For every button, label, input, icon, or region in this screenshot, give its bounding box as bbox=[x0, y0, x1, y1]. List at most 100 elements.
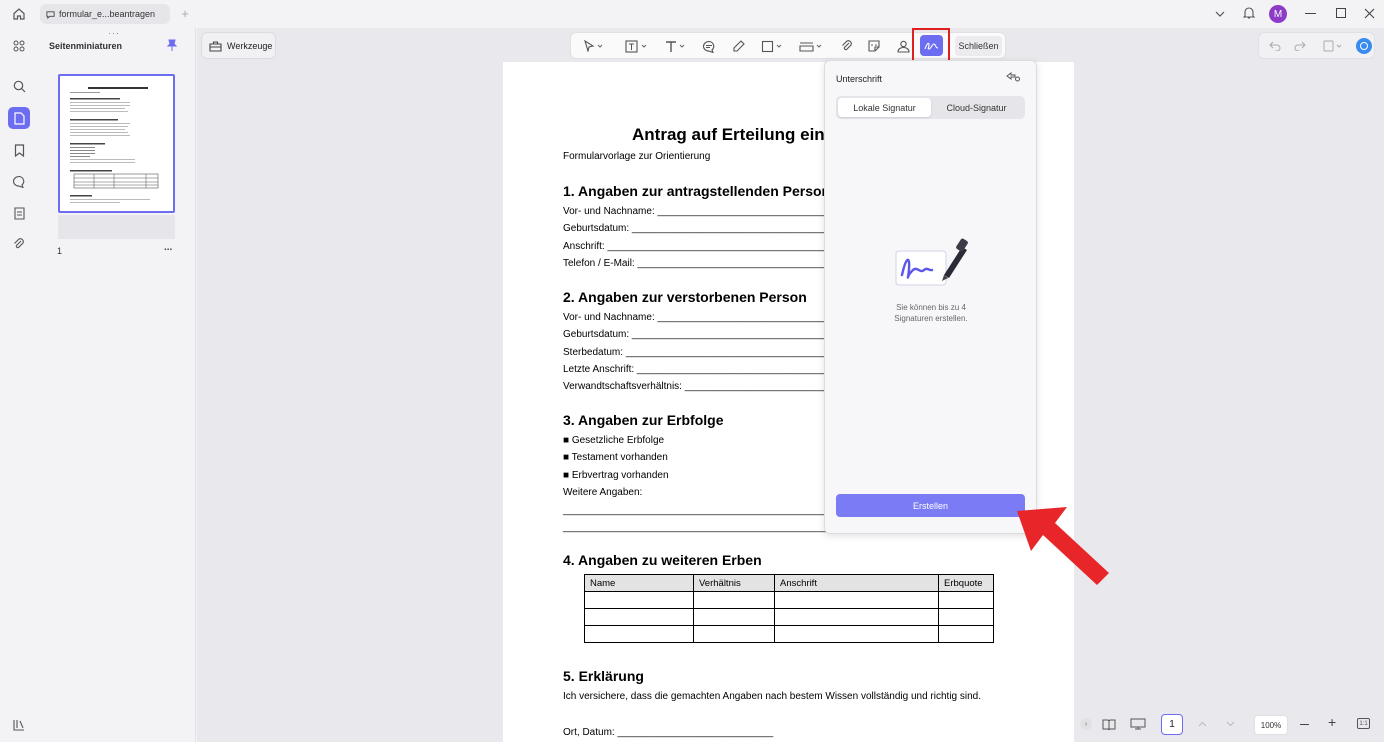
form-line: Geburtsdatum: __________________________… bbox=[563, 329, 844, 340]
ai-assistant-icon[interactable] bbox=[1356, 38, 1372, 54]
checkbox-line: ■ Erbvertrag vorhanden bbox=[563, 470, 669, 481]
comment-icon bbox=[46, 10, 55, 19]
fit-page-icon[interactable]: 1:1 bbox=[1357, 718, 1370, 729]
bottom-toolbar: › 1 100% + 1:1 bbox=[1076, 712, 1376, 738]
select-tool-icon[interactable] bbox=[579, 37, 607, 55]
thumbnail-footer-shade bbox=[58, 215, 175, 239]
table-header: Name bbox=[584, 574, 694, 592]
section-heading: 4. Angaben zu weiteren Erben bbox=[563, 552, 762, 568]
thumbnail-panel-title: Seitenminiaturen bbox=[49, 41, 123, 51]
library-icon[interactable] bbox=[8, 713, 30, 735]
minimize-button[interactable] bbox=[1305, 13, 1316, 14]
collapse-arrow-icon[interactable]: › bbox=[1080, 718, 1092, 730]
left-rail bbox=[0, 28, 37, 742]
close-window-button[interactable] bbox=[1363, 7, 1375, 19]
avatar[interactable]: M bbox=[1269, 5, 1287, 23]
section-heading: 2. Angaben zur verstorbenen Person bbox=[563, 289, 807, 305]
title-bar: formular_e...beantragen + M bbox=[0, 0, 1384, 28]
form-line: Vor- und Nachname: _____________________… bbox=[563, 206, 853, 217]
checkbox-line: ■ Gesetzliche Erbfolge bbox=[563, 435, 665, 446]
heirs-table: Name Verhältnis Anschrift Erbquote bbox=[584, 574, 994, 643]
signature-tool-highlight bbox=[912, 28, 950, 63]
zoom-level[interactable]: 100% bbox=[1254, 715, 1288, 735]
history-toolbar bbox=[1258, 32, 1375, 59]
blank-line: ________________________________________… bbox=[563, 505, 858, 516]
redo-icon[interactable] bbox=[1293, 39, 1307, 53]
tab-cloud-signature[interactable]: Cloud-Signatur bbox=[930, 98, 1023, 117]
search-icon[interactable] bbox=[8, 75, 30, 97]
tab-title: formular_e...beantragen bbox=[59, 9, 156, 19]
thumbnail-more-button[interactable]: ... bbox=[164, 242, 172, 253]
table-row bbox=[584, 625, 994, 643]
zoom-in-button[interactable]: + bbox=[1328, 715, 1336, 729]
form-line: Sterbedatum: ___________________________… bbox=[563, 347, 838, 358]
table-row bbox=[584, 591, 994, 609]
form-line: Weitere Angaben: bbox=[563, 487, 643, 498]
thumbnail-page-number: 1 bbox=[57, 246, 63, 256]
bell-icon[interactable] bbox=[1242, 6, 1256, 20]
signature-settings-icon[interactable] bbox=[1005, 70, 1021, 84]
table-header: Anschrift bbox=[774, 574, 939, 592]
signature-panel: Unterschrift Lokale Signatur Cloud-Signa… bbox=[824, 60, 1037, 534]
close-toolbar-button[interactable]: Schließen bbox=[955, 36, 1002, 56]
shape-tool-icon[interactable] bbox=[758, 37, 788, 55]
highlighter-tool-icon[interactable] bbox=[728, 37, 748, 55]
text-tool-icon[interactable] bbox=[661, 37, 691, 55]
pin-icon[interactable] bbox=[166, 38, 178, 52]
toolbox-icon bbox=[209, 40, 222, 52]
section-heading: 3. Angaben zur Erbfolge bbox=[563, 412, 724, 428]
annotation-arrow bbox=[1017, 507, 1109, 585]
tools-button[interactable]: Werkzeuge bbox=[201, 32, 276, 59]
declaration-text: Ich versichere, dass die gemachten Angab… bbox=[563, 691, 982, 702]
form-line: Telefon / E-Mail: ______________________… bbox=[563, 258, 833, 269]
form-line: Verwandtschaftsverhältnis: _____________… bbox=[563, 381, 841, 392]
comments-icon[interactable] bbox=[8, 170, 30, 192]
form-line: Vor- und Nachname: _____________________… bbox=[563, 312, 853, 323]
previous-page-icon[interactable] bbox=[1196, 718, 1208, 730]
attach-tool-icon[interactable] bbox=[837, 37, 857, 55]
chevron-down-icon[interactable] bbox=[1214, 8, 1226, 20]
signature-info-text: Sie können bis zu 4 Signaturen erstellen… bbox=[894, 303, 968, 323]
save-icon[interactable] bbox=[1322, 39, 1344, 53]
form-line: Letzte Anschrift: ______________________… bbox=[563, 364, 832, 375]
table-header: Verhältnis bbox=[693, 574, 775, 592]
home-icon[interactable] bbox=[11, 6, 27, 22]
presentation-icon[interactable] bbox=[1129, 717, 1147, 731]
document-subtitle: Formularvorlage zur Orientierung bbox=[563, 151, 711, 162]
form-line: Ort, Datum: ____________________________ bbox=[563, 727, 774, 738]
form-line: Anschrift: _____________________________… bbox=[563, 241, 836, 252]
reading-mode-icon[interactable] bbox=[1101, 717, 1117, 731]
signature-panel-title: Unterschrift bbox=[836, 74, 883, 84]
page-number-input[interactable]: 1 bbox=[1161, 714, 1183, 735]
document-title: Antrag auf Erteilung ein bbox=[632, 125, 825, 144]
tools-button-label: Werkzeuge bbox=[227, 40, 273, 51]
signature-illustration bbox=[892, 233, 972, 293]
tab-local-signature[interactable]: Lokale Signatur bbox=[838, 98, 931, 117]
attachments-list-icon[interactable] bbox=[8, 202, 30, 224]
drag-handle-icon[interactable]: ··· bbox=[108, 28, 120, 38]
thumbnail-panel: Seitenminiaturen ··· 1 ... bbox=[38, 28, 196, 742]
restore-button[interactable] bbox=[1336, 8, 1346, 18]
table-row bbox=[584, 608, 994, 626]
bookmark-icon[interactable] bbox=[8, 139, 30, 161]
section-heading: 5. Erklärung bbox=[563, 668, 644, 684]
new-tab-icon[interactable]: + bbox=[179, 6, 191, 21]
textbox-tool-icon[interactable] bbox=[622, 37, 652, 55]
comment-tool-icon[interactable] bbox=[699, 37, 719, 55]
signature-type-switch: Lokale Signatur Cloud-Signatur bbox=[836, 96, 1025, 119]
sticker-tool-icon[interactable] bbox=[864, 37, 884, 55]
page-thumbnail[interactable] bbox=[58, 74, 175, 213]
blank-line: ________________________________________… bbox=[563, 522, 858, 533]
document-tab[interactable]: formular_e...beantragen bbox=[40, 4, 170, 24]
section-heading: 1. Angaben zur antragstellenden Person bbox=[563, 183, 831, 199]
next-page-icon[interactable] bbox=[1224, 718, 1236, 730]
grid-view-icon[interactable] bbox=[8, 35, 30, 57]
zoom-out-button[interactable] bbox=[1300, 724, 1309, 725]
stamp-measure-tool-icon[interactable] bbox=[796, 37, 828, 55]
create-signature-button[interactable]: Erstellen bbox=[836, 494, 1025, 517]
page-thumbnails-icon[interactable] bbox=[8, 107, 30, 129]
user-stamp-icon[interactable] bbox=[893, 37, 913, 55]
paperclip-icon[interactable] bbox=[8, 233, 30, 255]
undo-icon[interactable] bbox=[1268, 39, 1282, 53]
table-header: Erbquote bbox=[938, 574, 994, 592]
